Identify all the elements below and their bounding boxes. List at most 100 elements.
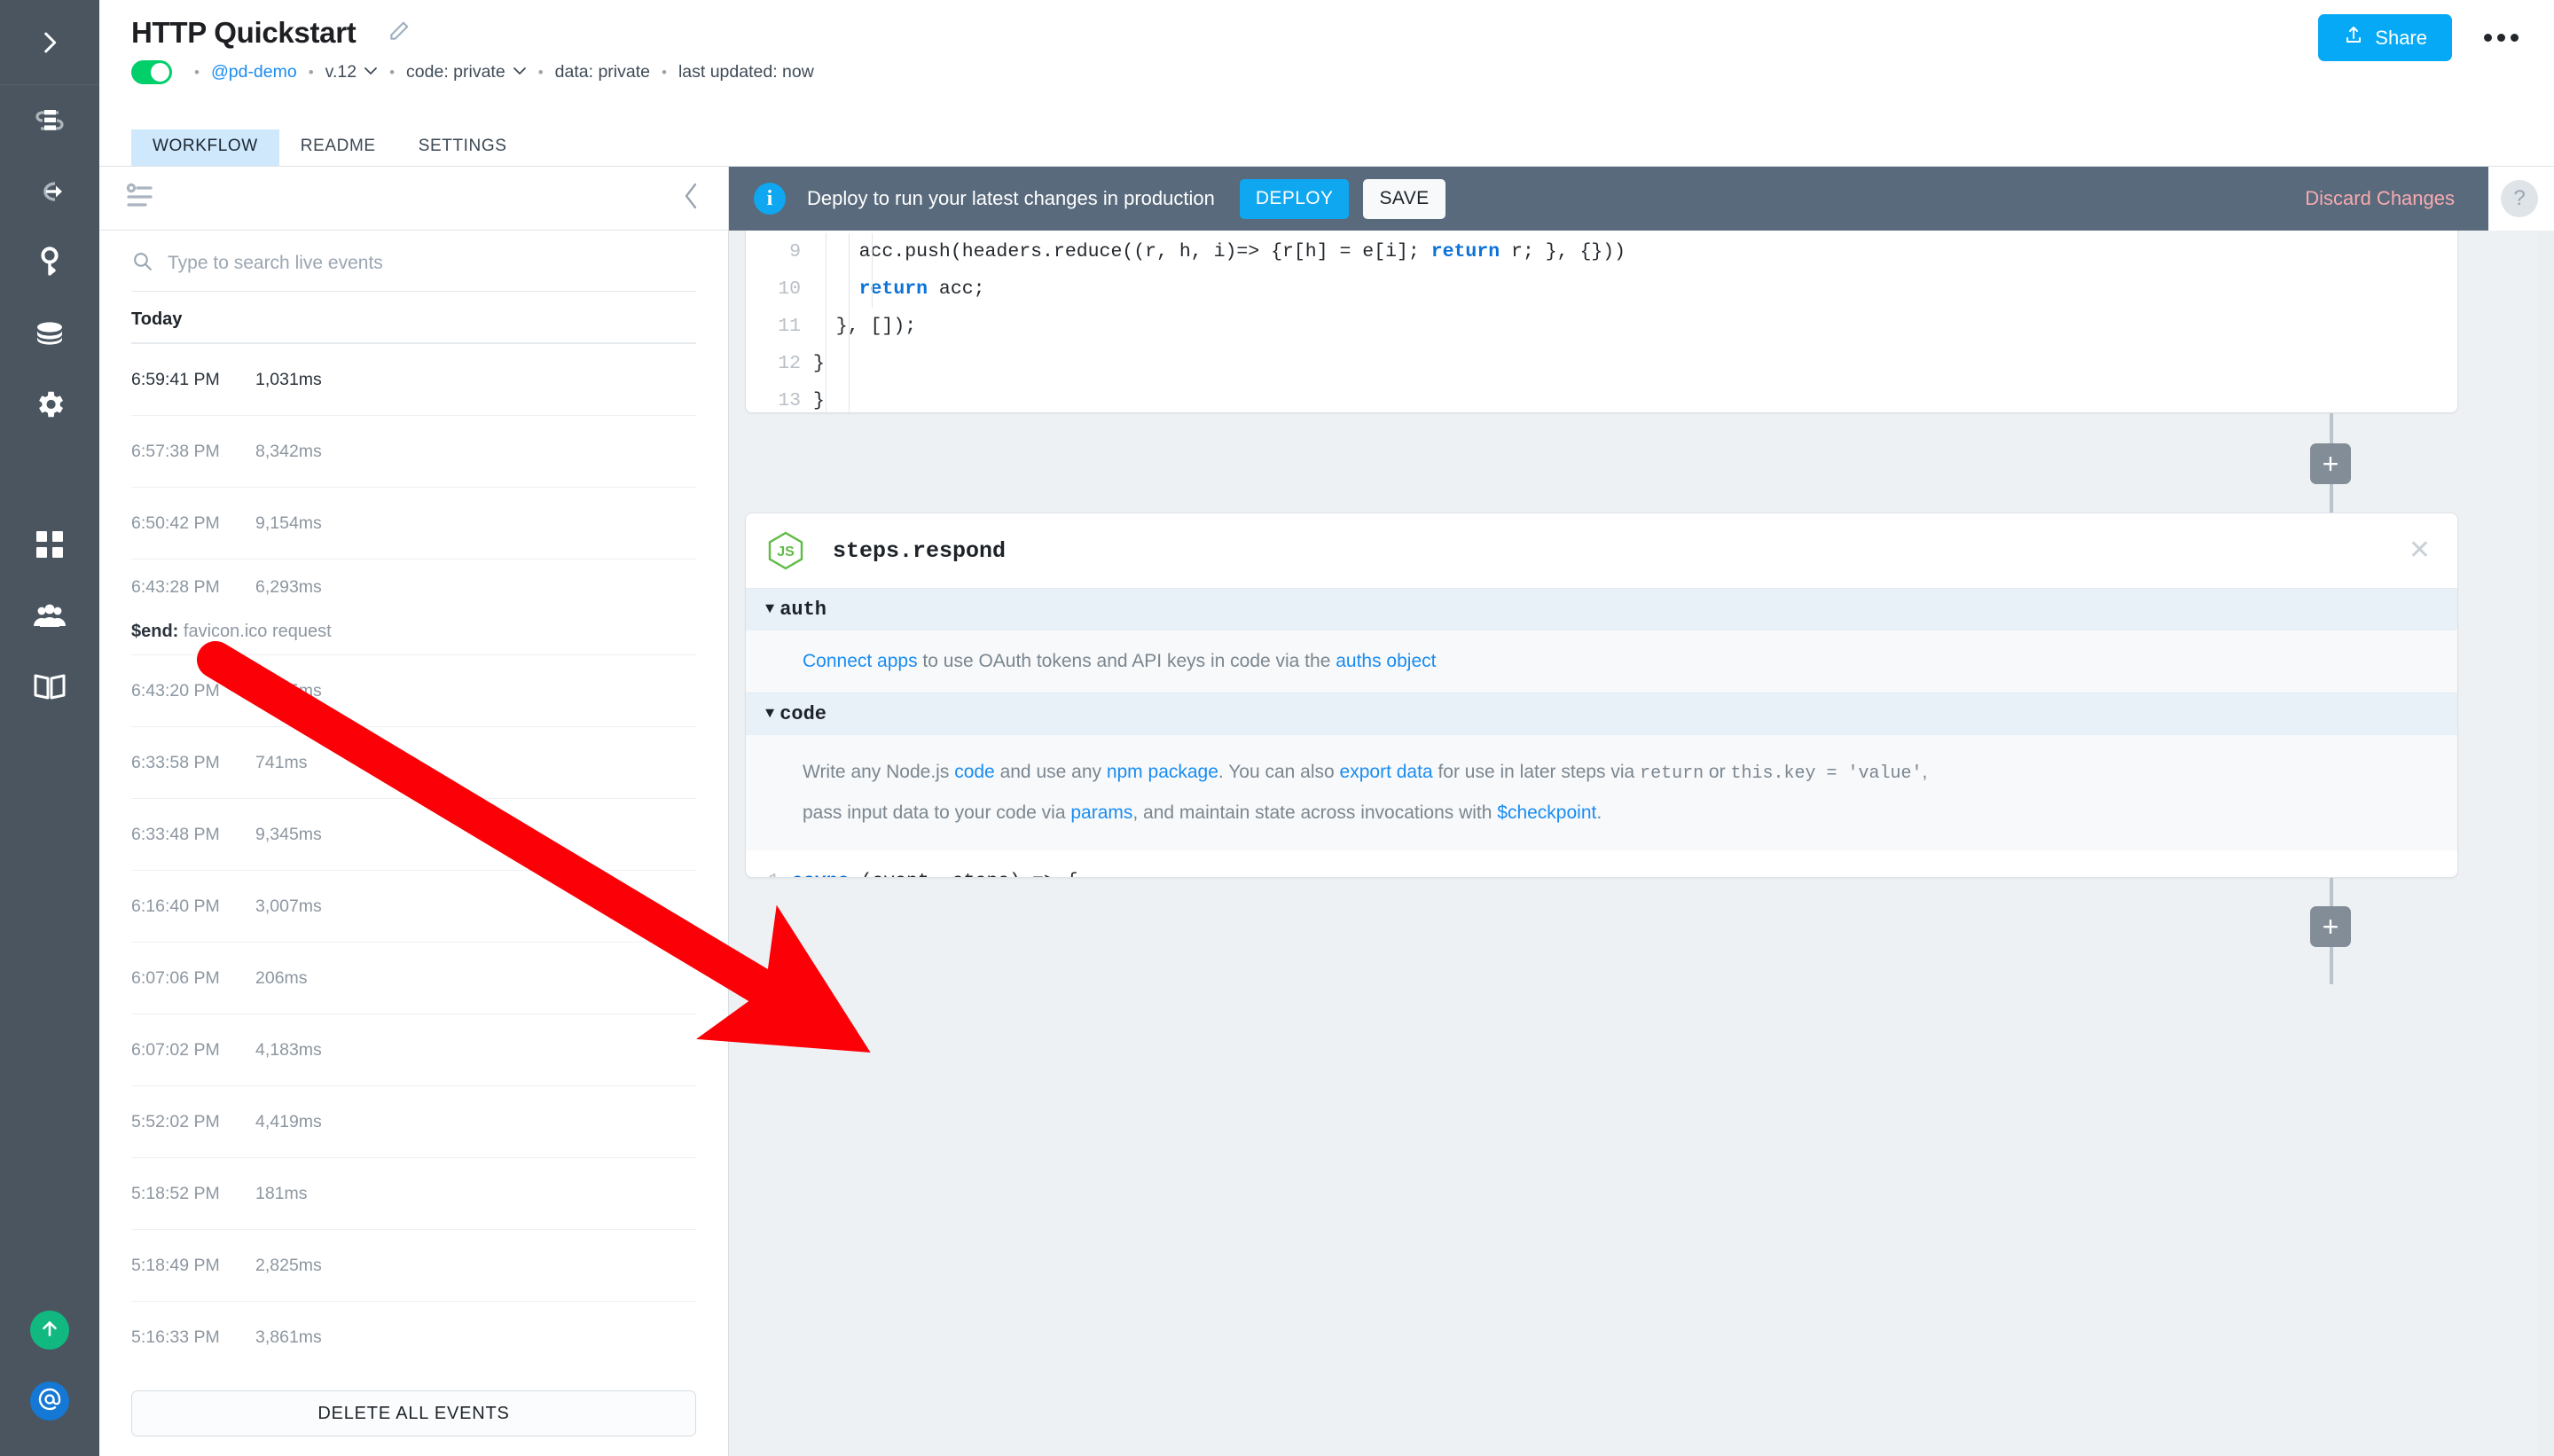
workflow-enabled-toggle[interactable]: [131, 60, 172, 84]
deploy-banner: i Deploy to run your latest changes in p…: [729, 167, 2554, 231]
version-selector[interactable]: v.12: [325, 62, 378, 82]
code-desc-4: . You can also: [1218, 762, 1340, 782]
add-step-button-top[interactable]: +: [2310, 443, 2351, 484]
gear-icon: [33, 387, 67, 421]
sidebar-item-sources[interactable]: [0, 156, 99, 227]
workflow-canvas: i Deploy to run your latest changes in p…: [729, 167, 2554, 1456]
connect-apps-link[interactable]: Connect apps: [803, 651, 918, 671]
owner-link[interactable]: @pd-demo: [211, 62, 297, 82]
database-icon: [32, 318, 67, 348]
sidebar-item-docs[interactable]: [0, 651, 99, 722]
sidebar-item-connected-accounts[interactable]: [0, 227, 99, 298]
key-icon: [35, 246, 65, 279]
main-column: HTTP Quickstart • @pd-demo • v.12 • code…: [99, 0, 2554, 1456]
event-duration: 4,183ms: [255, 1040, 322, 1061]
event-tooltip-label: $end:: [131, 622, 178, 641]
list-item[interactable]: 5:18:49 PM 2,825ms: [131, 1230, 696, 1302]
code-text-area[interactable]: async (event, steps) => { await $respond…: [792, 863, 2457, 878]
event-search-row: [131, 250, 696, 292]
event-time: 6:43:20 PM: [131, 681, 255, 701]
code-text-area[interactable]: acc.push(headers.reduce((r, h, i)=> {r[h…: [813, 233, 2457, 413]
list-item[interactable]: 6:57:38 PM 8,342ms: [131, 416, 696, 488]
add-step-button-bottom[interactable]: +: [2310, 906, 2351, 947]
list-item[interactable]: 6:50:42 PM 9,154ms: [131, 488, 696, 560]
edit-title-button[interactable]: [388, 20, 411, 47]
event-list-icon[interactable]: [126, 183, 156, 214]
code-desc2-4: .: [1596, 802, 1602, 823]
deploy-banner-message: Deploy to run your latest changes in pro…: [807, 187, 1215, 210]
auth-section-header[interactable]: ▼ auth: [746, 588, 2457, 630]
kebab-dot: [2511, 34, 2519, 42]
list-item[interactable]: 6:59:41 PM 1,031ms: [131, 344, 696, 416]
collapse-events-button[interactable]: [682, 182, 701, 215]
params-link[interactable]: params: [1070, 802, 1132, 823]
code-line: return acc;: [813, 270, 2457, 308]
sidebar-item-apps[interactable]: [0, 509, 99, 580]
search-input[interactable]: [168, 253, 696, 274]
sidebar-item-settings[interactable]: [0, 369, 99, 440]
editor-scrollbar[interactable]: [2433, 861, 2443, 878]
list-item[interactable]: 5:16:33 PM 3,861ms: [131, 1302, 696, 1374]
list-item[interactable]: 6:33:48 PM 9,345ms: [131, 799, 696, 871]
close-icon[interactable]: ✕: [2409, 537, 2431, 564]
search-icon: [131, 250, 153, 277]
sidebar-item-data-stores[interactable]: [0, 298, 99, 369]
tab-readme[interactable]: README: [279, 128, 397, 166]
list-item[interactable]: 6:07:06 PM 206ms: [131, 943, 696, 1014]
sidebar-item-workflows[interactable]: [0, 85, 99, 156]
code-desc2-2: , and maintain state across invocations …: [1132, 802, 1497, 823]
save-button[interactable]: SAVE: [1363, 179, 1445, 219]
delete-all-events-button[interactable]: DELETE ALL EVENTS: [131, 1390, 696, 1436]
sidebar-item-community[interactable]: [0, 580, 99, 651]
deploy-button[interactable]: DEPLOY: [1240, 179, 1350, 219]
export-data-link[interactable]: export data: [1340, 762, 1433, 782]
line-number: 10: [764, 270, 801, 308]
code-section-header[interactable]: ▼ code: [746, 693, 2457, 735]
code-section-label: code: [780, 703, 827, 725]
event-time: 6:33:58 PM: [131, 753, 255, 773]
chevron-left-icon: [682, 182, 701, 210]
code-desc-0: Write any Node.js: [803, 762, 954, 782]
list-item[interactable]: 6:43:20 PM 8,105ms: [131, 655, 696, 727]
list-item[interactable]: 5:52:02 PM 4,419ms: [131, 1086, 696, 1158]
step-header: JS steps.respond ✕: [746, 513, 2457, 588]
auths-object-link[interactable]: auths object: [1336, 651, 1436, 671]
npm-package-link[interactable]: npm package: [1107, 762, 1218, 782]
checkpoint-link[interactable]: $checkpoint: [1497, 802, 1596, 823]
event-time: 5:18:52 PM: [131, 1184, 255, 1204]
list-item[interactable]: 6:33:58 PM 741ms: [131, 727, 696, 799]
respond-code-editor[interactable]: 1 2 3 4 5 6 7 async (: [746, 850, 2457, 878]
expand-nav-button[interactable]: [0, 0, 99, 85]
account-button[interactable]: [30, 1382, 69, 1421]
code-gutter: 9 10 11 12 13: [764, 233, 813, 413]
title-row: HTTP Quickstart: [99, 0, 2554, 50]
event-time: 6:33:48 PM: [131, 825, 255, 845]
transform-code-editor[interactable]: 9 10 11 12 13 a: [746, 231, 2457, 413]
list-item[interactable]: 6:16:40 PM 3,007ms: [131, 871, 696, 943]
code-line: acc.push(headers.reduce((r, h, i)=> {r[h…: [813, 233, 2457, 270]
return-keyword: return: [1640, 763, 1704, 784]
events-group-label: Today: [131, 309, 696, 344]
page-header: HTTP Quickstart • @pd-demo • v.12 • code…: [99, 0, 2554, 129]
share-button[interactable]: Share: [2318, 14, 2452, 61]
code-link[interactable]: code: [954, 762, 995, 782]
meta-separator: •: [183, 64, 211, 82]
line-number: 13: [764, 382, 801, 413]
list-item[interactable]: 6:43:28 PM 6,293ms: [131, 560, 696, 614]
svg-text:JS: JS: [777, 544, 795, 560]
discard-changes-button[interactable]: Discard Changes: [2305, 187, 2455, 210]
tab-settings[interactable]: SETTINGS: [397, 128, 529, 166]
list-item[interactable]: 5:18:52 PM 181ms: [131, 1158, 696, 1230]
tab-workflow[interactable]: WORKFLOW: [131, 128, 279, 166]
code-line: }: [813, 382, 2457, 413]
list-item[interactable]: 6:07:02 PM 4,183ms: [131, 1014, 696, 1086]
apps-grid-icon: [35, 529, 65, 560]
more-options-button[interactable]: [2479, 25, 2524, 51]
upgrade-button[interactable]: [30, 1311, 69, 1350]
event-time: 6:59:41 PM: [131, 370, 255, 390]
code-visibility-selector[interactable]: code: private: [406, 62, 527, 82]
canvas-scrollbar[interactable]: [2538, 231, 2554, 1456]
code-desc-10: ,: [1922, 762, 1927, 782]
help-button[interactable]: ?: [2501, 180, 2538, 217]
event-duration: 8,105ms: [255, 681, 322, 701]
